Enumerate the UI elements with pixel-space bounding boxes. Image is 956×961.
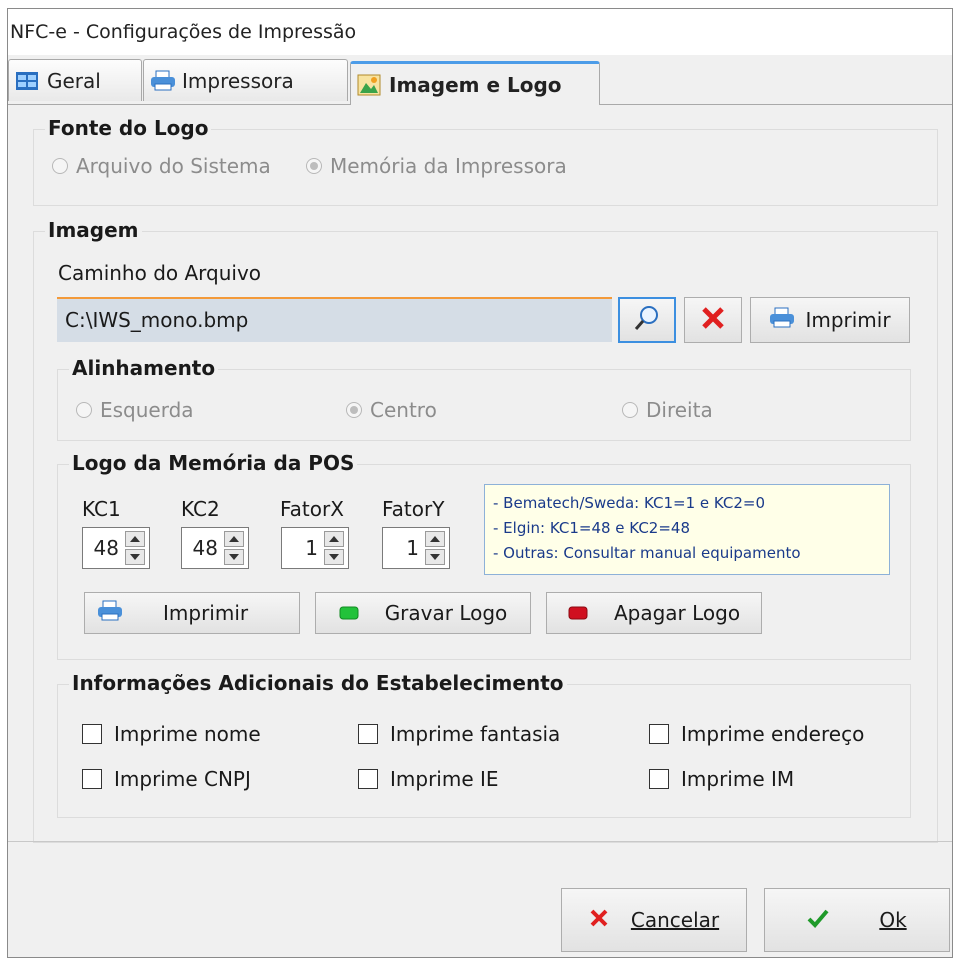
window-title: NFC-e - Configurações de Impressão xyxy=(8,9,952,55)
radio-circle xyxy=(622,402,638,418)
checkbox xyxy=(649,724,669,744)
checkmark-icon xyxy=(807,908,829,933)
print-image-label: Imprimir xyxy=(805,308,891,332)
tab-imagem-logo[interactable]: Imagem e Logo xyxy=(350,61,600,105)
check-label: Imprime IM xyxy=(681,767,795,791)
close-icon xyxy=(701,306,725,335)
check-imprime-ie[interactable]: Imprime IE xyxy=(358,767,499,791)
alinhamento-title: Alinhamento xyxy=(69,356,219,380)
footer-divider xyxy=(8,841,952,842)
delete-logo-label: Apagar Logo xyxy=(613,601,741,625)
stepper-up-icon[interactable] xyxy=(324,531,344,547)
kc1-label: KC1 xyxy=(82,497,121,521)
radio-arquivo-sistema[interactable]: Arquivo do Sistema xyxy=(52,154,271,178)
check-label: Imprime fantasia xyxy=(390,722,561,746)
close-icon xyxy=(589,908,609,933)
caminho-arquivo-label: Caminho do Arquivo xyxy=(58,261,262,285)
fatory-stepper[interactable]: 1 xyxy=(382,527,450,569)
radio-circle xyxy=(76,402,92,418)
checkbox xyxy=(358,724,378,744)
kc2-label: KC2 xyxy=(181,497,220,521)
radio-label: Memória da Impressora xyxy=(330,154,567,178)
tab-label: Impressora xyxy=(182,68,294,93)
print-image-button[interactable]: Imprimir xyxy=(750,297,910,343)
radio-esquerda[interactable]: Esquerda xyxy=(76,398,194,422)
stepper-up-icon[interactable] xyxy=(125,531,145,547)
ok-button[interactable]: Ok xyxy=(764,888,950,952)
printer-icon xyxy=(769,307,795,334)
dialog-window: NFC-e - Configurações de Impressão Geral… xyxy=(7,8,953,958)
stepper-down-icon[interactable] xyxy=(125,549,145,565)
cancel-button[interactable]: Cancelar xyxy=(561,888,747,952)
kc2-stepper[interactable]: 48 xyxy=(181,527,249,569)
fatory-value: 1 xyxy=(406,536,419,560)
check-imprime-nome[interactable]: Imprime nome xyxy=(82,722,261,746)
imagem-title: Imagem xyxy=(45,218,142,242)
check-imprime-im[interactable]: Imprime IM xyxy=(649,767,794,791)
check-imprime-cnpj[interactable]: Imprime CNPJ xyxy=(82,767,251,791)
image-logo-icon xyxy=(357,74,381,96)
check-imprime-endereco[interactable]: Imprime endereço xyxy=(649,722,864,746)
stepper-down-icon[interactable] xyxy=(224,549,244,565)
radio-label: Esquerda xyxy=(100,398,194,422)
clear-path-button[interactable] xyxy=(684,297,742,343)
grid-icon xyxy=(15,70,39,92)
ok-label: Ok xyxy=(879,908,907,932)
search-icon xyxy=(633,304,661,337)
tab-geral[interactable]: Geral xyxy=(8,59,142,101)
red-led-icon xyxy=(568,601,588,625)
stepper-down-icon[interactable] xyxy=(425,549,445,565)
browse-button[interactable] xyxy=(618,297,676,343)
radio-label: Centro xyxy=(370,398,437,422)
radio-circle xyxy=(346,402,362,418)
radio-label: Direita xyxy=(646,398,713,422)
hint-line: - Outras: Consultar manual equipamento xyxy=(493,544,801,562)
radio-centro[interactable]: Centro xyxy=(346,398,437,422)
checkbox xyxy=(358,769,378,789)
tab-impressora[interactable]: Impressora xyxy=(143,59,348,101)
checkbox xyxy=(82,769,102,789)
fatorx-stepper[interactable]: 1 xyxy=(281,527,349,569)
fonte-logo-title: Fonte do Logo xyxy=(45,116,212,140)
print-logo-button[interactable]: Imprimir xyxy=(84,592,300,634)
info-adicionais-group xyxy=(57,684,911,818)
radio-memoria-impressora[interactable]: Memória da Impressora xyxy=(306,154,567,178)
check-label: Imprime nome xyxy=(114,722,261,746)
printer-icon xyxy=(150,70,175,92)
hint-line: - Bematech/Sweda: KC1=1 e KC2=0 xyxy=(493,494,766,512)
radio-circle xyxy=(52,158,68,174)
checkbox xyxy=(82,724,102,744)
logo-pos-title: Logo da Memória da POS xyxy=(69,451,358,475)
print-logo-label: Imprimir xyxy=(163,601,249,625)
kc2-value: 48 xyxy=(192,536,218,560)
check-imprime-fantasia[interactable]: Imprime fantasia xyxy=(358,722,560,746)
fatorx-label: FatorX xyxy=(280,497,344,521)
hint-line: - Elgin: KC1=48 e KC2=48 xyxy=(493,519,690,537)
check-label: Imprime IE xyxy=(390,767,499,791)
kc1-stepper[interactable]: 48 xyxy=(82,527,150,569)
cancel-label: Cancelar xyxy=(630,908,720,932)
tab-label: Geral xyxy=(47,68,101,93)
kc-hint-box: - Bematech/Sweda: KC1=1 e KC2=0 - Elgin:… xyxy=(484,484,890,575)
tab-label: Imagem e Logo xyxy=(389,72,562,97)
check-label: Imprime endereço xyxy=(681,722,865,746)
check-label: Imprime CNPJ xyxy=(114,767,251,791)
radio-label: Arquivo do Sistema xyxy=(76,154,271,178)
fatorx-value: 1 xyxy=(305,536,318,560)
delete-logo-button[interactable]: Apagar Logo xyxy=(546,592,762,634)
green-led-icon xyxy=(339,601,359,625)
radio-direita[interactable]: Direita xyxy=(622,398,713,422)
info-adicionais-title: Informações Adicionais do Estabeleciment… xyxy=(69,671,567,695)
kc1-value: 48 xyxy=(93,536,119,560)
save-logo-button[interactable]: Gravar Logo xyxy=(315,592,531,634)
file-path-input[interactable]: C:\IWS_mono.bmp xyxy=(57,297,612,342)
stepper-up-icon[interactable] xyxy=(224,531,244,547)
fatory-label: FatorY xyxy=(382,497,445,521)
stepper-down-icon[interactable] xyxy=(324,549,344,565)
save-logo-label: Gravar Logo xyxy=(384,601,508,625)
checkbox xyxy=(649,769,669,789)
printer-icon xyxy=(97,600,123,627)
stepper-up-icon[interactable] xyxy=(425,531,445,547)
radio-circle xyxy=(306,158,322,174)
